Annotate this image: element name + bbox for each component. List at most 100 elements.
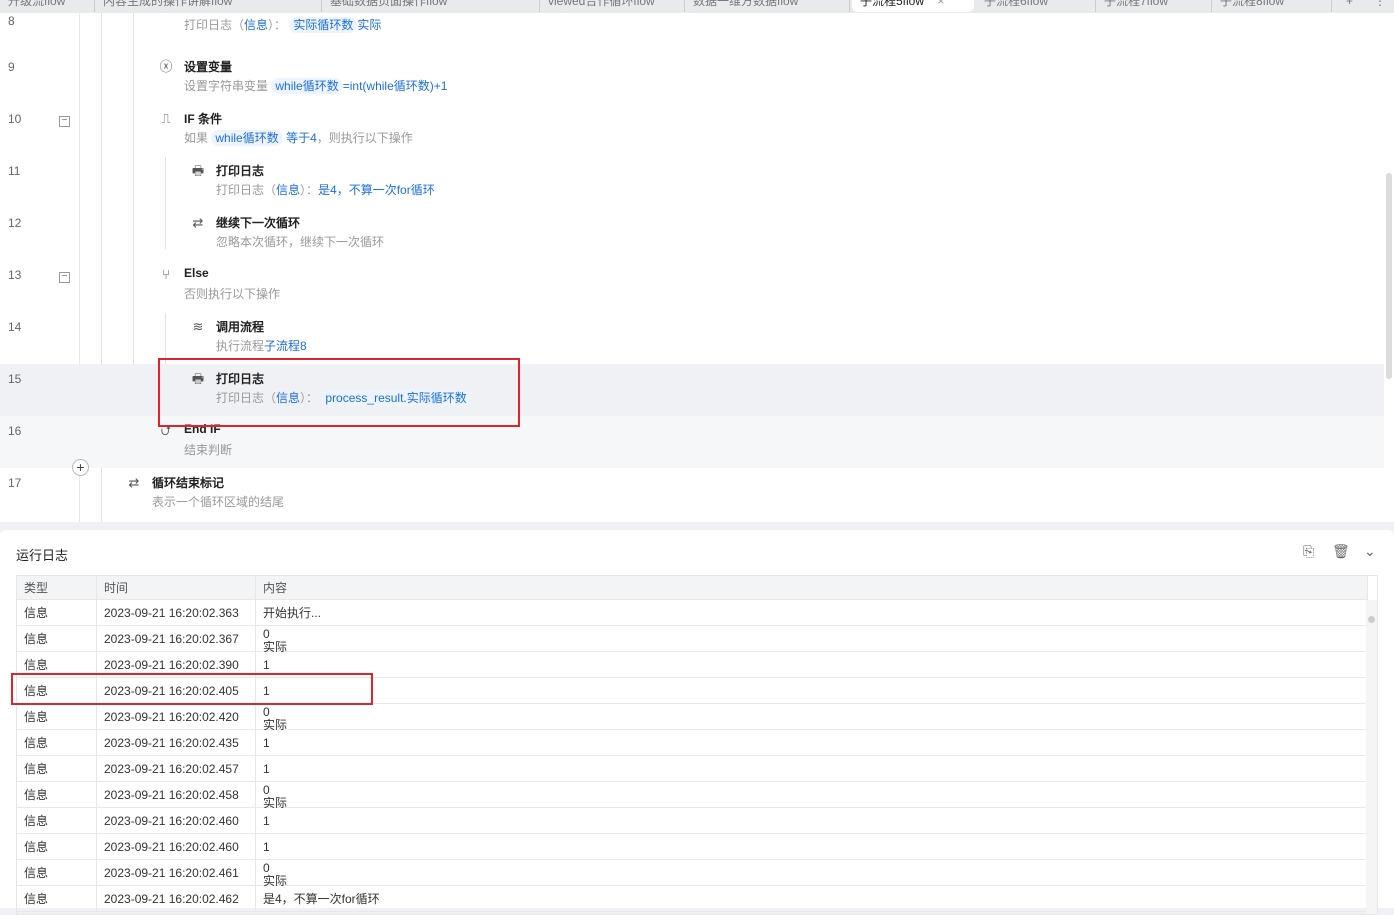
tab-label: 子流程5flow: [860, 0, 925, 8]
tab[interactable]: 升级流flow: [0, 0, 95, 12]
flow-step-row[interactable]: 10 − ⎍ IF 条件 如果 while循环数 等于4，则执行以下操作: [0, 104, 1384, 156]
line-number: 17: [8, 476, 22, 490]
step-title: IF 条件: [184, 112, 222, 126]
cell-content: 1: [256, 756, 1368, 782]
flow-step-row[interactable]: 11 🖶 打印日志 打印日志（信息）：是4，不算一次for循环: [0, 156, 1384, 208]
cell-content: 1: [256, 808, 1368, 834]
tab[interactable]: 子流程8flow: [1212, 0, 1332, 12]
step-description: 忽略本次循环，继续下一次循环: [216, 235, 385, 249]
cell-time: 2023-09-21 16:20:02.460: [97, 834, 256, 860]
cell-time: 2023-09-21 16:20:02.461: [97, 860, 256, 886]
flow-step-row[interactable]: 17 ⇄ 循环结束标记 表示一个循环区域的结尾: [0, 468, 1384, 520]
close-icon[interactable]: ×: [937, 0, 944, 8]
cell-time: 2023-09-21 16:20:02.363: [97, 600, 256, 626]
cell-type: 信息: [17, 860, 97, 886]
cell-time: 2023-09-21 16:20:02.462: [97, 886, 256, 912]
variable-chip[interactable]: while循环数: [211, 130, 283, 146]
tab[interactable]: 数据一维方数据flow: [685, 0, 850, 12]
export-icon[interactable]: ⎘: [1303, 543, 1314, 560]
table-scrollbar[interactable]: [1366, 600, 1377, 914]
line-number: 9: [8, 60, 15, 74]
step-title: Else: [184, 266, 209, 280]
cell-content: 是4，不算一次for循环: [256, 886, 1368, 912]
run-log-panel: 运行日志 ⎘ 🗑 ⌄ 类型 时间 内容 信息 2023-09-21 16:20:0…: [0, 530, 1394, 915]
add-tab-button[interactable]: +: [1338, 0, 1361, 12]
step-icon: ⓧ: [159, 59, 173, 74]
tab[interactable]: viewed合作循环flow: [540, 0, 685, 12]
step-title: 循环结束标记: [152, 476, 225, 490]
flow-step-row[interactable]: 8 🖶 打印日志 打印日志（信息）： 实际循环数实际: [0, 13, 1384, 52]
flow-step-row[interactable]: 9 ⓧ 设置变量 设置字符串变量 while循环数 =int(while循环数)+…: [0, 52, 1384, 104]
flow-step-row[interactable]: 14 ≋ 调用流程 执行流程子流程8: [0, 312, 1384, 364]
cell-type: 信息: [17, 782, 97, 808]
highlight-box: [158, 358, 520, 427]
line-number: 14: [8, 320, 22, 334]
variable-chip[interactable]: 实际循环数: [289, 17, 358, 33]
step-title: 继续下一次循环: [216, 216, 301, 230]
cell-type: 信息: [17, 756, 97, 782]
cell-time: 2023-09-21 16:20:02.367: [97, 626, 256, 652]
step-title: 设置变量: [184, 60, 233, 74]
table-row[interactable]: 信息 2023-09-21 16:20:02.435 1: [17, 730, 1368, 756]
table-row[interactable]: 信息 2023-09-21 16:20:02.363 开始执行...: [17, 600, 1368, 626]
line-number: 13: [8, 268, 22, 282]
cell-type: 信息: [17, 600, 97, 626]
run-log-title: 运行日志: [16, 548, 69, 563]
cell-time: 2023-09-21 16:20:02.435: [97, 730, 256, 756]
table-row[interactable]: 信息 2023-09-21 16:20:02.367 0 实际: [17, 626, 1368, 652]
cell-content: 0 实际: [256, 704, 1368, 730]
chevron-down-icon[interactable]: ⌄: [1364, 543, 1376, 560]
column-header-time: 时间: [97, 576, 256, 600]
tab[interactable]: 子流程7flow: [1096, 0, 1212, 12]
cell-type: 信息: [17, 808, 97, 834]
cell-content: 1: [256, 678, 1368, 704]
flow-step-row[interactable]: 13 − ⑂ Else 否则执行以下操作: [0, 260, 1384, 312]
cell-content: 0 实际: [256, 626, 1368, 652]
add-step-button[interactable]: +: [72, 459, 89, 476]
step-description: 执行流程子流程8: [216, 339, 307, 353]
step-title: 调用流程: [216, 320, 265, 334]
table-row[interactable]: 信息 2023-09-21 16:20:02.420 0 实际: [17, 704, 1368, 730]
step-icon: ⎍: [161, 111, 171, 126]
tab[interactable]: 内容生成的操作讲解flow: [95, 0, 322, 12]
more-icon[interactable]: ⋮: [1366, 0, 1394, 12]
cell-type: 信息: [17, 886, 97, 912]
step-description: 打印日志（信息）：是4，不算一次for循环: [216, 183, 435, 197]
flow-editor: 8 🖶 打印日志 打印日志（信息）： 实际循环数实际9 ⓧ 设置变量 设置字符串…: [0, 13, 1394, 522]
table-row[interactable]: 信息 2023-09-21 16:20:02.458 0 实际: [17, 782, 1368, 808]
column-header-type: 类型: [17, 576, 97, 600]
cell-type: 信息: [17, 626, 97, 652]
line-number: 11: [8, 164, 21, 178]
table-header: 类型 时间 内容: [17, 576, 1368, 600]
cell-content: 1: [256, 652, 1368, 678]
tab-active[interactable]: 子流程5flow ×: [852, 0, 974, 12]
table-row[interactable]: 信息 2023-09-21 16:20:02.462 是4，不算一次for循环: [17, 886, 1368, 912]
line-number: 15: [8, 372, 22, 386]
column-header-content: 内容: [256, 576, 1368, 600]
step-description: 设置字符串变量 while循环数 =int(while循环数)+1: [184, 78, 448, 94]
editor-scrollbar[interactable]: [1386, 173, 1392, 379]
tab[interactable]: 基础数据页面操作flow: [322, 0, 540, 12]
variable-chip[interactable]: while循环数: [271, 78, 343, 94]
table-row[interactable]: 信息 2023-09-21 16:20:02.457 1: [17, 756, 1368, 782]
collapse-toggle[interactable]: −: [59, 116, 70, 127]
tab[interactable]: 子流程6flow: [976, 0, 1096, 12]
trash-icon[interactable]: 🗑: [1332, 543, 1350, 560]
table-row[interactable]: 信息 2023-09-21 16:20:02.461 0 实际: [17, 860, 1368, 886]
cell-type: 信息: [17, 704, 97, 730]
cell-content: 0 实际: [256, 860, 1368, 886]
table-row[interactable]: 信息 2023-09-21 16:20:02.460 1: [17, 834, 1368, 860]
collapse-toggle[interactable]: −: [59, 272, 70, 283]
cell-content: 1: [256, 834, 1368, 860]
step-title: 打印日志: [216, 164, 265, 178]
step-icon: ≋: [192, 319, 204, 334]
line-number: 10: [8, 112, 22, 126]
flow-step-row[interactable]: 12 ⇄ 继续下一次循环 忽略本次循环，继续下一次循环: [0, 208, 1384, 260]
table-row[interactable]: 信息 2023-09-21 16:20:02.460 1: [17, 808, 1368, 834]
cell-type: 信息: [17, 834, 97, 860]
step-icon: ⇄: [128, 475, 140, 490]
cell-content: 1: [256, 730, 1368, 756]
line-number: 12: [8, 216, 22, 230]
step-description: 结束判断: [184, 443, 233, 457]
log-table: 类型 时间 内容 信息 2023-09-21 16:20:02.363 开始执行..…: [16, 575, 1378, 915]
